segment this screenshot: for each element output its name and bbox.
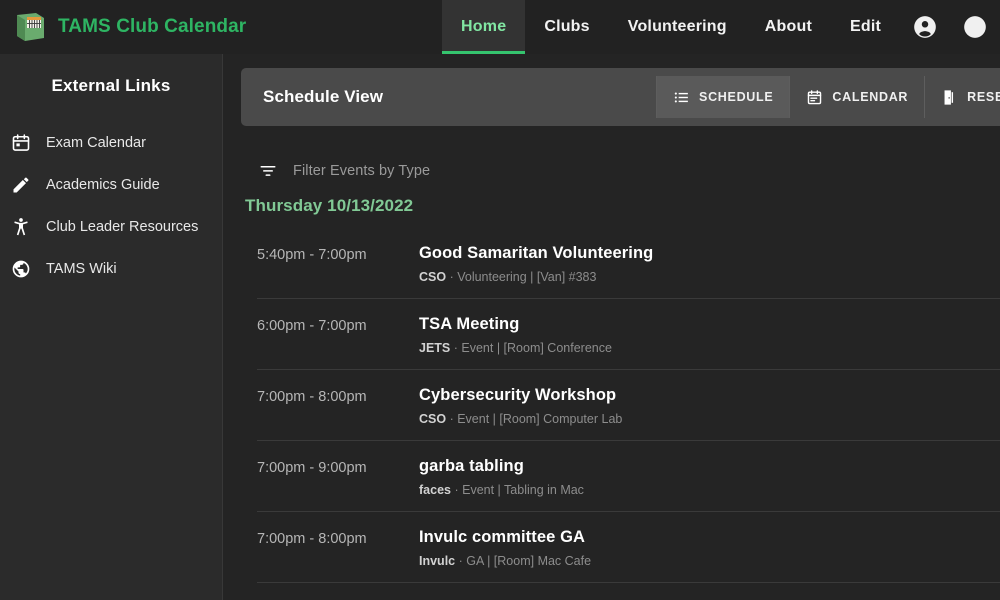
accessibility-person-icon: [10, 216, 32, 238]
nav-item-volunteering[interactable]: Volunteering: [609, 0, 746, 54]
sidebar-item-academics-guide-label: Academics Guide: [46, 177, 160, 193]
view-toggle-calendar[interactable]: CALENDAR: [789, 76, 924, 118]
filter-events-input[interactable]: Filter Events by Type: [293, 163, 430, 179]
sidebar-item-club-leader-resources[interactable]: Club Leader Resources: [0, 206, 222, 248]
sidebar-item-tams-wiki[interactable]: TAMS Wiki: [0, 248, 222, 290]
view-toggle-group: SCHEDULE CALENDAR RESE: [656, 76, 1000, 118]
pencil-icon: [10, 174, 32, 196]
event-details: · Event | [Room] Conference: [453, 341, 612, 355]
event-meta: faces · Event | Tabling in Mac: [419, 483, 1000, 497]
event-row[interactable]: 7:00pm - 8:00pm Invulc committee GA Invu…: [257, 511, 1000, 582]
filter-row: Filter Events by Type: [241, 126, 1000, 190]
event-title: Cybersecurity Workshop: [419, 386, 617, 404]
calendar-icon: [806, 89, 823, 106]
event-org: faces: [419, 483, 451, 497]
event-title: garba tabling: [419, 457, 524, 475]
sidebar-item-club-leader-resources-label: Club Leader Resources: [46, 219, 199, 235]
event-details: · Event | Tabling in Mac: [454, 483, 584, 497]
event-title: TSA Meeting: [419, 315, 520, 333]
nav-item-home-label: Home: [461, 18, 507, 35]
calendar-icon: [10, 132, 32, 154]
list-icon: [673, 89, 690, 106]
view-toggle-schedule[interactable]: SCHEDULE: [656, 76, 790, 118]
date-header: Thursday 10/13/2022: [245, 196, 414, 215]
sidebar-title: External Links: [51, 76, 171, 95]
event-time: 7:00pm - 8:00pm: [257, 389, 367, 405]
sidebar: External Links Exam Calendar Academics G…: [0, 54, 223, 600]
nav-item-about[interactable]: About: [746, 0, 831, 54]
sidebar-item-exam-calendar[interactable]: Exam Calendar: [0, 122, 222, 164]
calendar-notebook-icon: [14, 12, 48, 42]
filter-list-icon[interactable]: [257, 160, 279, 182]
panel-header: Schedule View SCHEDULE CALENDAR RESE: [241, 68, 1000, 126]
nav-item-edit-label: Edit: [849, 18, 881, 35]
event-meta: JETS · Event | [Room] Conference: [419, 341, 1000, 355]
brand[interactable]: TAMS Club Calendar: [0, 0, 246, 54]
navbar-links: Home Clubs Volunteering About Edit: [442, 0, 1000, 54]
page-layout: External Links Exam Calendar Academics G…: [0, 54, 1000, 600]
event-time: 7:00pm - 9:00pm: [257, 460, 367, 476]
sidebar-item-tams-wiki-label: TAMS Wiki: [46, 261, 117, 277]
view-toggle-reservation-label: RESE: [967, 90, 1000, 104]
event-meta: Invulc · GA | [Room] Mac Cafe: [419, 554, 1000, 568]
event-row[interactable]: 7:00pm - 8:00pm Cybersecurity Workshop C…: [257, 369, 1000, 440]
account-circle-icon[interactable]: [900, 0, 950, 54]
top-navbar: TAMS Club Calendar Home Clubs Volunteeri…: [0, 0, 1000, 54]
nav-item-clubs-label: Clubs: [544, 18, 590, 35]
event-meta: CSO · Volunteering | [Van] #383: [419, 270, 1000, 284]
event-org: JETS: [419, 341, 451, 355]
menu-icon[interactable]: [950, 0, 1000, 54]
view-toggle-reservation[interactable]: RESE: [924, 76, 1000, 118]
sidebar-item-academics-guide[interactable]: Academics Guide: [0, 164, 222, 206]
event-body: TSA Meeting JETS · Event | [Room] Confer…: [419, 315, 1000, 355]
event-body: Cybersecurity Workshop CSO · Event | [Ro…: [419, 386, 1000, 426]
sidebar-item-exam-calendar-label: Exam Calendar: [46, 135, 146, 151]
nav-item-home[interactable]: Home: [442, 0, 526, 54]
event-org: CSO: [419, 412, 447, 426]
event-row[interactable]: 8:00pm - 9:00pm Vocal Ensemble: [257, 582, 1000, 600]
nav-item-clubs[interactable]: Clubs: [525, 0, 608, 54]
event-time: 6:00pm - 7:00pm: [257, 318, 367, 334]
event-title: Good Samaritan Volunteering: [419, 244, 654, 262]
door-icon: [941, 89, 958, 106]
event-details: · GA | [Room] Mac Cafe: [458, 554, 592, 568]
event-row[interactable]: 7:00pm - 9:00pm garba tabling faces · Ev…: [257, 440, 1000, 511]
main-content: Schedule View SCHEDULE CALENDAR RESE Fil…: [223, 54, 1000, 600]
event-body: Invulc committee GA Invulc · GA | [Room]…: [419, 528, 1000, 568]
nav-item-volunteering-label: Volunteering: [627, 18, 727, 35]
event-details: · Event | [Room] Computer Lab: [449, 412, 623, 426]
view-toggle-calendar-label: CALENDAR: [832, 90, 909, 104]
globe-icon: [10, 258, 32, 280]
event-details: · Volunteering | [Van] #383: [449, 270, 597, 284]
event-time: 7:00pm - 8:00pm: [257, 531, 367, 547]
view-toggle-schedule-label: SCHEDULE: [699, 90, 774, 104]
event-meta: CSO · Event | [Room] Computer Lab: [419, 412, 1000, 426]
event-body: Good Samaritan Volunteering CSO · Volunt…: [419, 244, 1000, 284]
event-org: CSO: [419, 270, 447, 284]
event-time: 5:40pm - 7:00pm: [257, 247, 367, 263]
event-org: Invulc: [419, 554, 456, 568]
brand-title: TAMS Club Calendar: [58, 16, 247, 37]
event-row[interactable]: 6:00pm - 7:00pm TSA Meeting JETS · Event…: [257, 298, 1000, 369]
event-body: garba tabling faces · Event | Tabling in…: [419, 457, 1000, 497]
nav-item-edit[interactable]: Edit: [831, 0, 900, 54]
page-title: Schedule View: [263, 87, 384, 106]
nav-item-about-label: About: [764, 18, 812, 35]
event-list: 5:40pm - 7:00pm Good Samaritan Volunteer…: [241, 230, 1000, 600]
event-title: Invulc committee GA: [419, 528, 586, 546]
event-row[interactable]: 5:40pm - 7:00pm Good Samaritan Volunteer…: [257, 230, 1000, 298]
navbar-spacer: [246, 0, 442, 54]
